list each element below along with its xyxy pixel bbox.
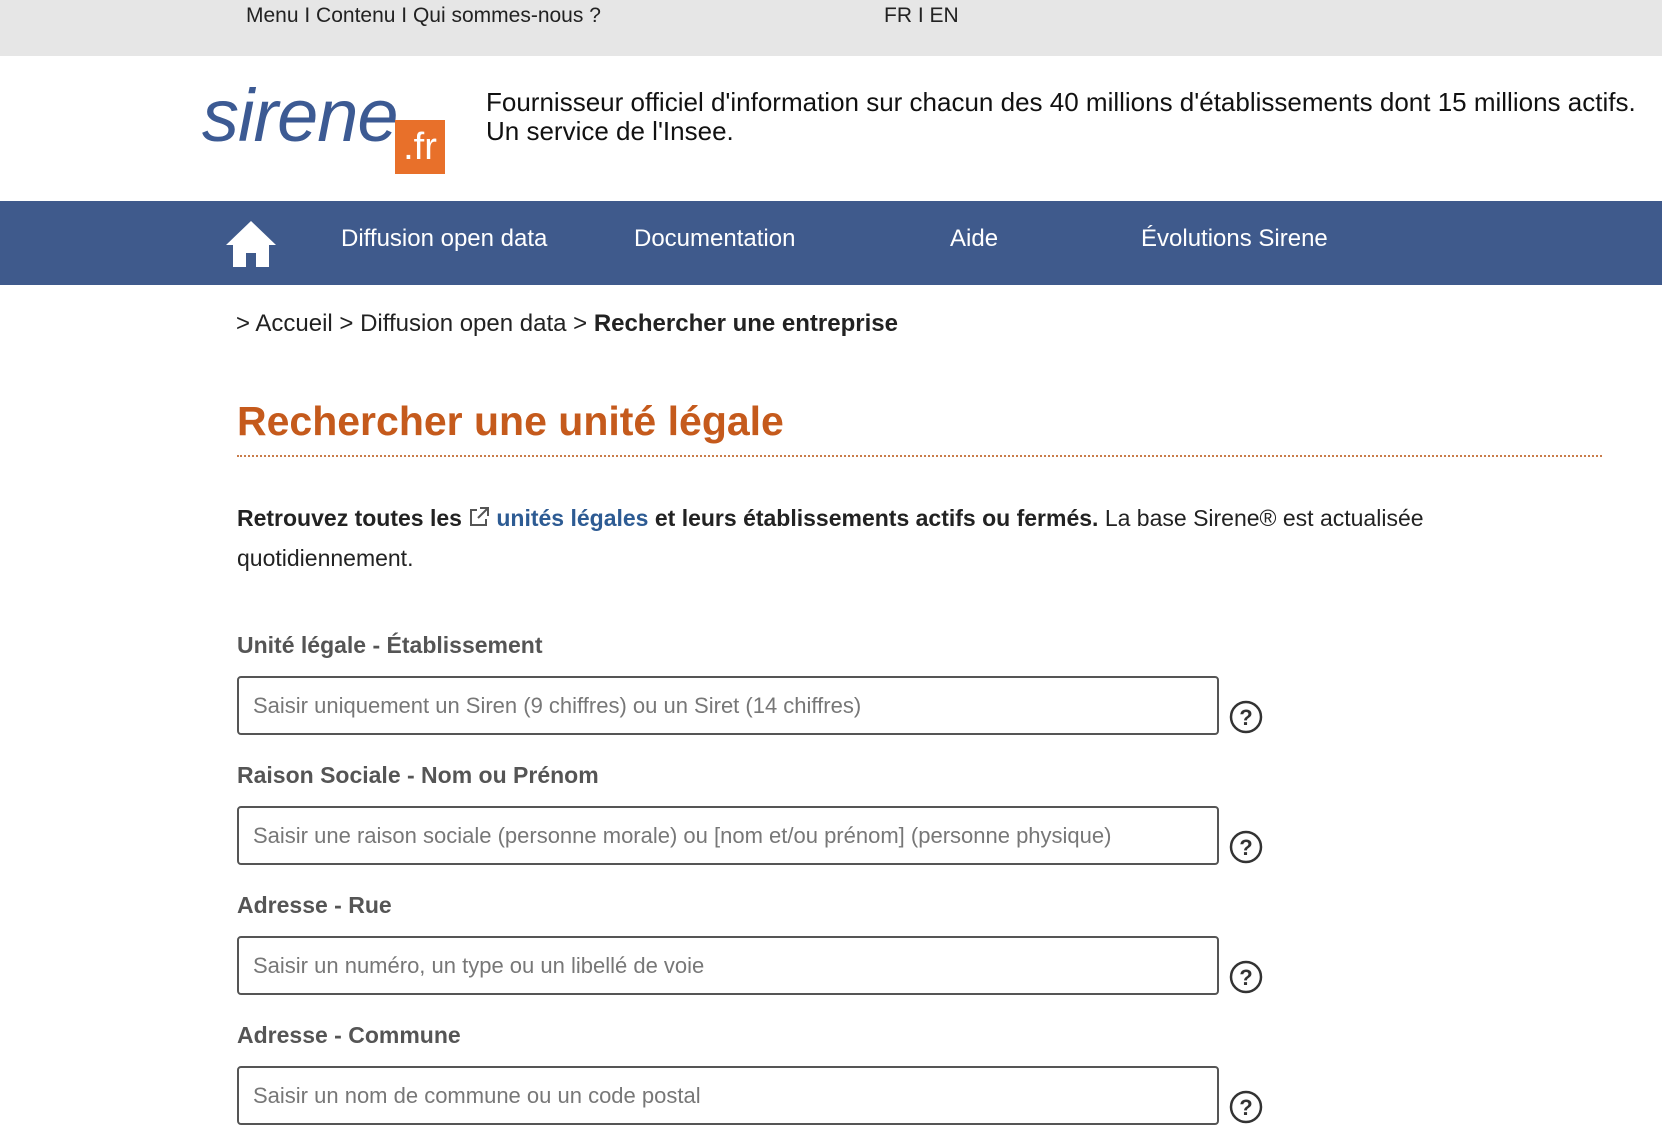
page-title: Rechercher une unité légale: [237, 398, 784, 444]
site-header: sirene .fr Fournisseur officiel d'inform…: [0, 56, 1662, 201]
raison-sociale-input[interactable]: [237, 806, 1219, 865]
adresse-rue-input[interactable]: [237, 936, 1219, 995]
home-icon[interactable]: [224, 219, 278, 269]
top-utility-bar: Menu I Contenu I Qui sommes-nous ? FR I …: [0, 0, 1662, 56]
intro-bold-start: Retrouvez toutes les: [237, 505, 469, 531]
main-navigation: Diffusion open data Documentation Aide É…: [0, 201, 1662, 285]
skip-separator: I: [395, 4, 413, 27]
tagline-line-1: Fournisseur officiel d'information sur c…: [486, 87, 1636, 117]
breadcrumb-current: Rechercher une entreprise: [593, 310, 898, 337]
lang-fr-link[interactable]: FR: [884, 4, 912, 27]
intro-bold-end: et leurs établissements actifs ou fermés…: [648, 505, 1099, 531]
skip-link-content[interactable]: Contenu: [316, 4, 395, 27]
sirene-logo[interactable]: sirene .fr: [202, 76, 452, 174]
external-link-icon: [470, 507, 490, 526]
nav-item-diffusion-open-data[interactable]: Diffusion open data: [341, 225, 547, 253]
skip-link-menu[interactable]: Menu: [246, 4, 299, 27]
siren-siret-input[interactable]: [237, 676, 1219, 735]
intro-link-label: unités légales: [496, 505, 649, 531]
svg-text:?: ?: [1239, 1095, 1252, 1120]
question-circle-icon[interactable]: ?: [1229, 1090, 1263, 1124]
logo-wordmark: sirene: [202, 74, 399, 157]
breadcrumb-separator: >: [339, 310, 361, 337]
nav-item-documentation[interactable]: Documentation: [634, 225, 795, 253]
skip-separator: I: [298, 4, 317, 27]
skip-links: Menu I Contenu I Qui sommes-nous ?: [246, 4, 601, 28]
question-circle-icon[interactable]: ?: [1229, 830, 1263, 864]
lang-en-link[interactable]: EN: [930, 4, 959, 27]
field-label-adresse-commune: Adresse - Commune: [237, 1022, 461, 1048]
breadcrumb-separator: >: [236, 310, 256, 337]
field-label-adresse-rue: Adresse - Rue: [237, 892, 392, 918]
breadcrumb-link-accueil[interactable]: Accueil: [255, 310, 332, 337]
intro-text: Retrouvez toutes les unités légales et l…: [237, 498, 1537, 578]
title-divider: [237, 455, 1602, 457]
field-label-raison-sociale: Raison Sociale - Nom ou Prénom: [237, 762, 599, 788]
svg-text:?: ?: [1239, 965, 1252, 990]
breadcrumb-link-diffusion[interactable]: Diffusion open data: [360, 310, 566, 337]
question-circle-icon[interactable]: ?: [1229, 960, 1263, 994]
adresse-commune-input[interactable]: [237, 1066, 1219, 1125]
logo-suffix: .fr: [395, 120, 445, 174]
question-circle-icon[interactable]: ?: [1229, 700, 1263, 734]
svg-text:?: ?: [1239, 705, 1252, 730]
intro-link-unites-legales[interactable]: unités légales: [468, 505, 648, 531]
svg-text:?: ?: [1239, 835, 1252, 860]
nav-item-evolutions-sirene[interactable]: Évolutions Sirene: [1141, 225, 1328, 253]
breadcrumb-separator: >: [573, 310, 594, 337]
nav-item-aide[interactable]: Aide: [950, 225, 998, 253]
skip-link-about[interactable]: Qui sommes-nous ?: [413, 4, 601, 27]
breadcrumb: > Accueil > Diffusion open data > Recher…: [236, 310, 898, 338]
site-tagline: Fournisseur officiel d'information sur c…: [486, 88, 1636, 146]
tagline-line-2: Un service de l'Insee.: [486, 116, 734, 146]
language-switcher: FR I EN: [884, 4, 959, 28]
field-label-unite-legale: Unité légale - Établissement: [237, 632, 543, 658]
lang-separator: I: [912, 4, 930, 27]
